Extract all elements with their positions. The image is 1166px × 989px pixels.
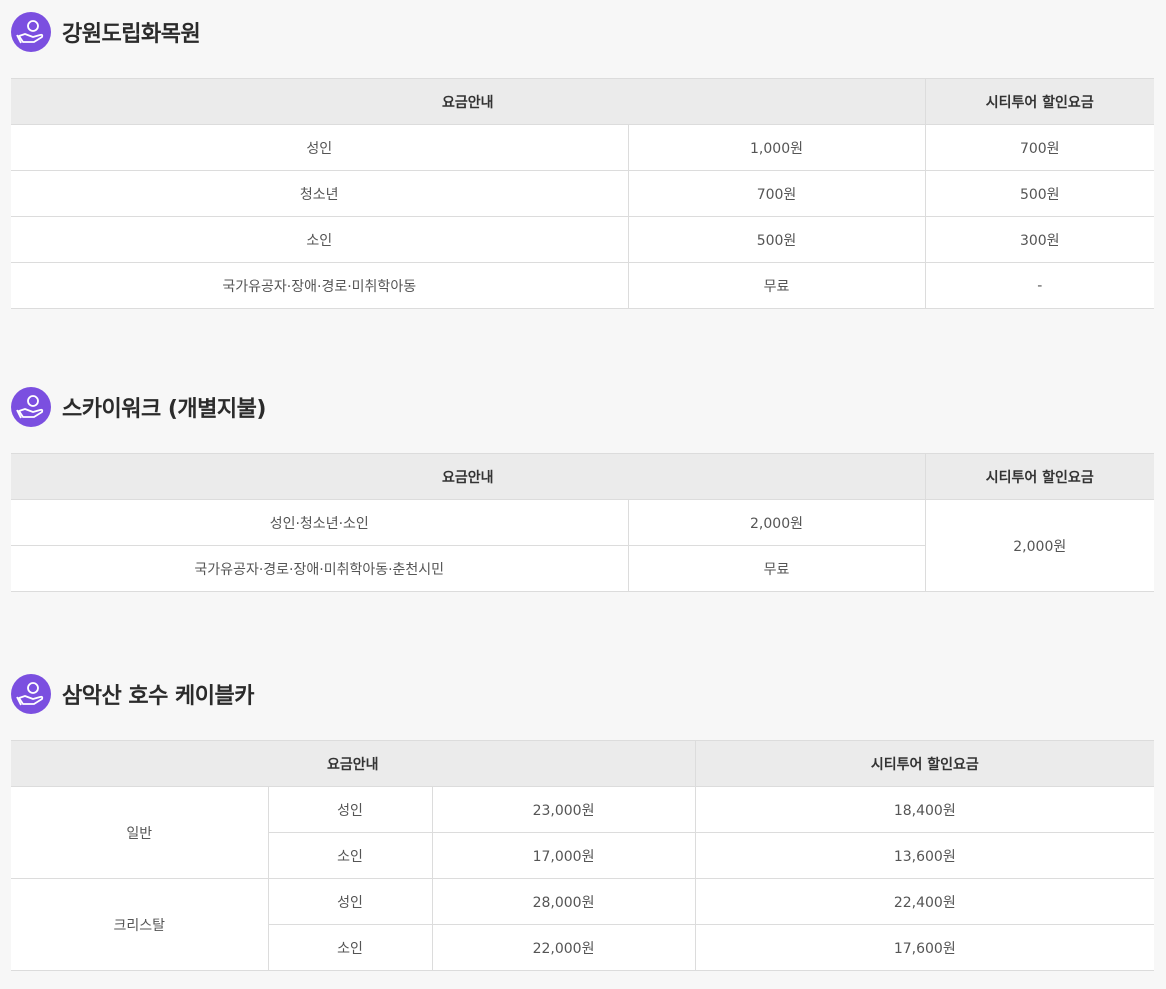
section-header-hwamokwon: 강원도립화목원 — [11, 12, 201, 52]
hand-heart-icon — [11, 387, 51, 427]
section-title: 강원도립화목원 — [62, 22, 201, 47]
hand-heart-icon — [11, 674, 51, 714]
table-row: 크리스탈 성인 28,000원 22,400원 — [11, 878, 1155, 971]
header-fare: 요금안내 — [11, 740, 696, 787]
table-row: 소인 500원 300원 — [11, 216, 1154, 263]
row-fare: 500원 — [627, 216, 925, 263]
row-fare: 17,000원 — [431, 832, 696, 879]
row-citytour: 700원 — [924, 124, 1154, 171]
row-label: 성인 — [267, 786, 432, 833]
row-label: 성인·청소년·소인 — [11, 499, 628, 546]
section-title: 스카이워크 (개별지불) — [62, 397, 266, 422]
fare-table-skywalk: 요금안내 시티투어 할인요금 성인·청소년·소인 2,000원 2,000원 국… — [11, 453, 1154, 592]
row-fare: 무료 — [627, 262, 925, 309]
row-fare: 700원 — [627, 170, 925, 217]
group-label: 크리스탈 — [11, 878, 268, 971]
section-header-cablecar: 삼악산 호수 케이블카 — [11, 674, 254, 714]
row-citytour: 300원 — [924, 216, 1154, 263]
section-title: 삼악산 호수 케이블카 — [62, 684, 254, 709]
hand-heart-icon — [11, 12, 51, 52]
row-fare: 28,000원 — [431, 878, 696, 925]
row-label: 청소년 — [11, 170, 628, 217]
row-label: 국가유공자·장애·경로·미취학아동 — [11, 262, 628, 309]
row-fare: 23,000원 — [431, 786, 696, 833]
fare-table-cablecar: 요금안내 시티투어 할인요금 일반 성인 23,000원 18,400원 소인 … — [11, 740, 1155, 971]
group-label: 일반 — [11, 786, 268, 879]
table-row: 성인·청소년·소인 2,000원 2,000원 — [11, 499, 1154, 592]
row-citytour: 18,400원 — [694, 786, 1155, 833]
row-citytour: 13,600원 — [694, 832, 1155, 879]
header-fare: 요금안내 — [11, 78, 925, 125]
table-row: 청소년 700원 500원 — [11, 170, 1154, 217]
row-fare: 1,000원 — [627, 124, 925, 171]
table-row: 성인 1,000원 700원 — [11, 124, 1154, 171]
row-label: 성인 — [11, 124, 628, 171]
header-citytour: 시티투어 할인요금 — [694, 740, 1155, 787]
row-citytour: 17,600원 — [694, 924, 1155, 971]
row-fare: 무료 — [627, 545, 925, 592]
row-label: 국가유공자·경로·장애·미취학아동·춘천시민 — [11, 545, 628, 592]
fare-table-hwamokwon: 요금안내 시티투어 할인요금 성인 1,000원 700원 청소년 700원 5… — [11, 78, 1154, 309]
section-header-skywalk: 스카이워크 (개별지불) — [11, 387, 266, 427]
table-row: 국가유공자·장애·경로·미취학아동 무료 - — [11, 262, 1154, 309]
row-citytour: 500원 — [924, 170, 1154, 217]
row-citytour: 22,400원 — [694, 878, 1155, 925]
row-label: 소인 — [11, 216, 628, 263]
header-citytour: 시티투어 할인요금 — [924, 453, 1154, 500]
row-label: 소인 — [267, 924, 432, 971]
row-citytour-merged: 2,000원 — [924, 499, 1154, 592]
row-citytour: - — [924, 262, 1154, 309]
row-label: 성인 — [267, 878, 432, 925]
table-row: 일반 성인 23,000원 18,400원 — [11, 786, 1155, 879]
row-label: 소인 — [267, 832, 432, 879]
header-fare: 요금안내 — [11, 453, 925, 500]
row-fare: 2,000원 — [627, 499, 925, 546]
row-fare: 22,000원 — [431, 924, 696, 971]
header-citytour: 시티투어 할인요금 — [924, 78, 1154, 125]
